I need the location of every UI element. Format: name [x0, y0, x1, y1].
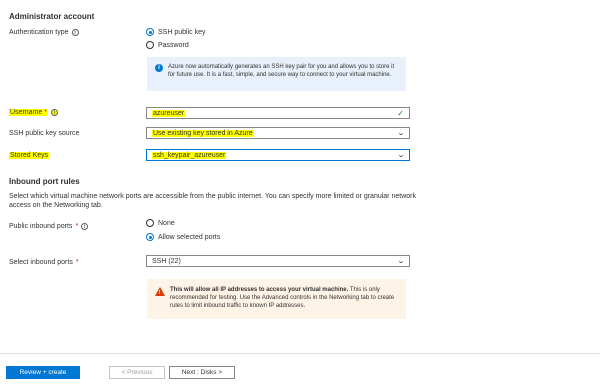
- next-disks-button[interactable]: Next : Disks >: [169, 366, 235, 379]
- review-create-button[interactable]: Review + create: [6, 366, 80, 379]
- chevron-down-icon: ⌄: [396, 130, 406, 137]
- select-ports-dropdown[interactable]: SSH (22) ⌄: [146, 255, 410, 267]
- radio-label: Allow selected ports: [158, 233, 221, 241]
- warning-bold-text: This will allow all IP addresses to acce…: [170, 287, 349, 293]
- required-asterisk: *: [44, 109, 47, 116]
- open-ports-warning: ! This will allow all IP addresses to ac…: [147, 279, 406, 319]
- username-input[interactable]: azureuser ✓: [146, 107, 410, 119]
- inbound-section-title: Inbound port rules: [9, 177, 80, 186]
- username-label: Username * i: [9, 109, 58, 116]
- radio-password[interactable]: Password: [146, 41, 189, 49]
- radio-label: None: [158, 219, 175, 227]
- username-value: azureuser: [152, 109, 186, 117]
- radio-ssh-public-key[interactable]: SSH public key: [146, 28, 205, 36]
- select-ports-label: Select inbound ports *: [9, 259, 79, 266]
- select-ports-label-text: Select inbound ports: [9, 259, 73, 266]
- username-label-text: Username: [10, 109, 43, 116]
- ssh-source-label: SSH public key source: [9, 130, 80, 137]
- username-label-highlight: Username *: [9, 109, 48, 116]
- auth-type-label: Authentication type i: [9, 29, 79, 36]
- ssh-info-text: Azure now automatically generates an SSH…: [168, 64, 395, 78]
- info-icon[interactable]: i: [81, 223, 89, 230]
- info-icon: i: [155, 64, 163, 72]
- select-ports-value: SSH (22): [152, 257, 181, 265]
- required-asterisk: *: [75, 259, 79, 266]
- radio-label: Password: [158, 41, 189, 49]
- stored-keys-label-text: Stored Keys: [9, 152, 50, 159]
- stored-keys-dropdown[interactable]: ssh_keypair_azureuser ⌄: [146, 149, 410, 161]
- required-asterisk: *: [75, 223, 79, 230]
- ssh-info-box: i Azure now automatically generates an S…: [147, 57, 406, 91]
- radio-none[interactable]: None: [146, 219, 175, 227]
- checkmark-icon: ✓: [397, 108, 404, 118]
- radio-unselected-icon: [146, 41, 154, 49]
- warning-message: This will allow all IP addresses to acce…: [170, 286, 398, 312]
- radio-unselected-icon: [146, 219, 154, 227]
- previous-button[interactable]: < Previous: [109, 366, 165, 379]
- auth-type-label-text: Authentication type: [9, 29, 69, 36]
- public-ports-label-text: Public inbound ports: [9, 223, 73, 230]
- info-icon[interactable]: i: [50, 109, 58, 116]
- warning-icon: !: [155, 287, 165, 296]
- ssh-source-dropdown[interactable]: Use existing key stored in Azure ⌄: [146, 127, 410, 139]
- stored-keys-value: ssh_keypair_azureuser: [152, 151, 227, 159]
- admin-section-title: Administrator account: [9, 12, 95, 21]
- ssh-source-value: Use existing key stored in Azure: [152, 129, 254, 137]
- inbound-description: Select which virtual machine network por…: [9, 193, 416, 209]
- chevron-down-icon: ⌄: [396, 152, 406, 159]
- radio-allow-selected-ports[interactable]: Allow selected ports: [146, 233, 220, 241]
- public-ports-label: Public inbound ports * i: [9, 223, 89, 230]
- info-icon[interactable]: i: [71, 29, 79, 36]
- radio-selected-icon: [146, 233, 154, 241]
- footer-divider: [0, 353, 600, 354]
- radio-label: SSH public key: [158, 28, 206, 36]
- stored-keys-label: Stored Keys: [9, 152, 50, 159]
- chevron-down-icon: ⌄: [396, 258, 406, 265]
- radio-selected-icon: [146, 28, 154, 36]
